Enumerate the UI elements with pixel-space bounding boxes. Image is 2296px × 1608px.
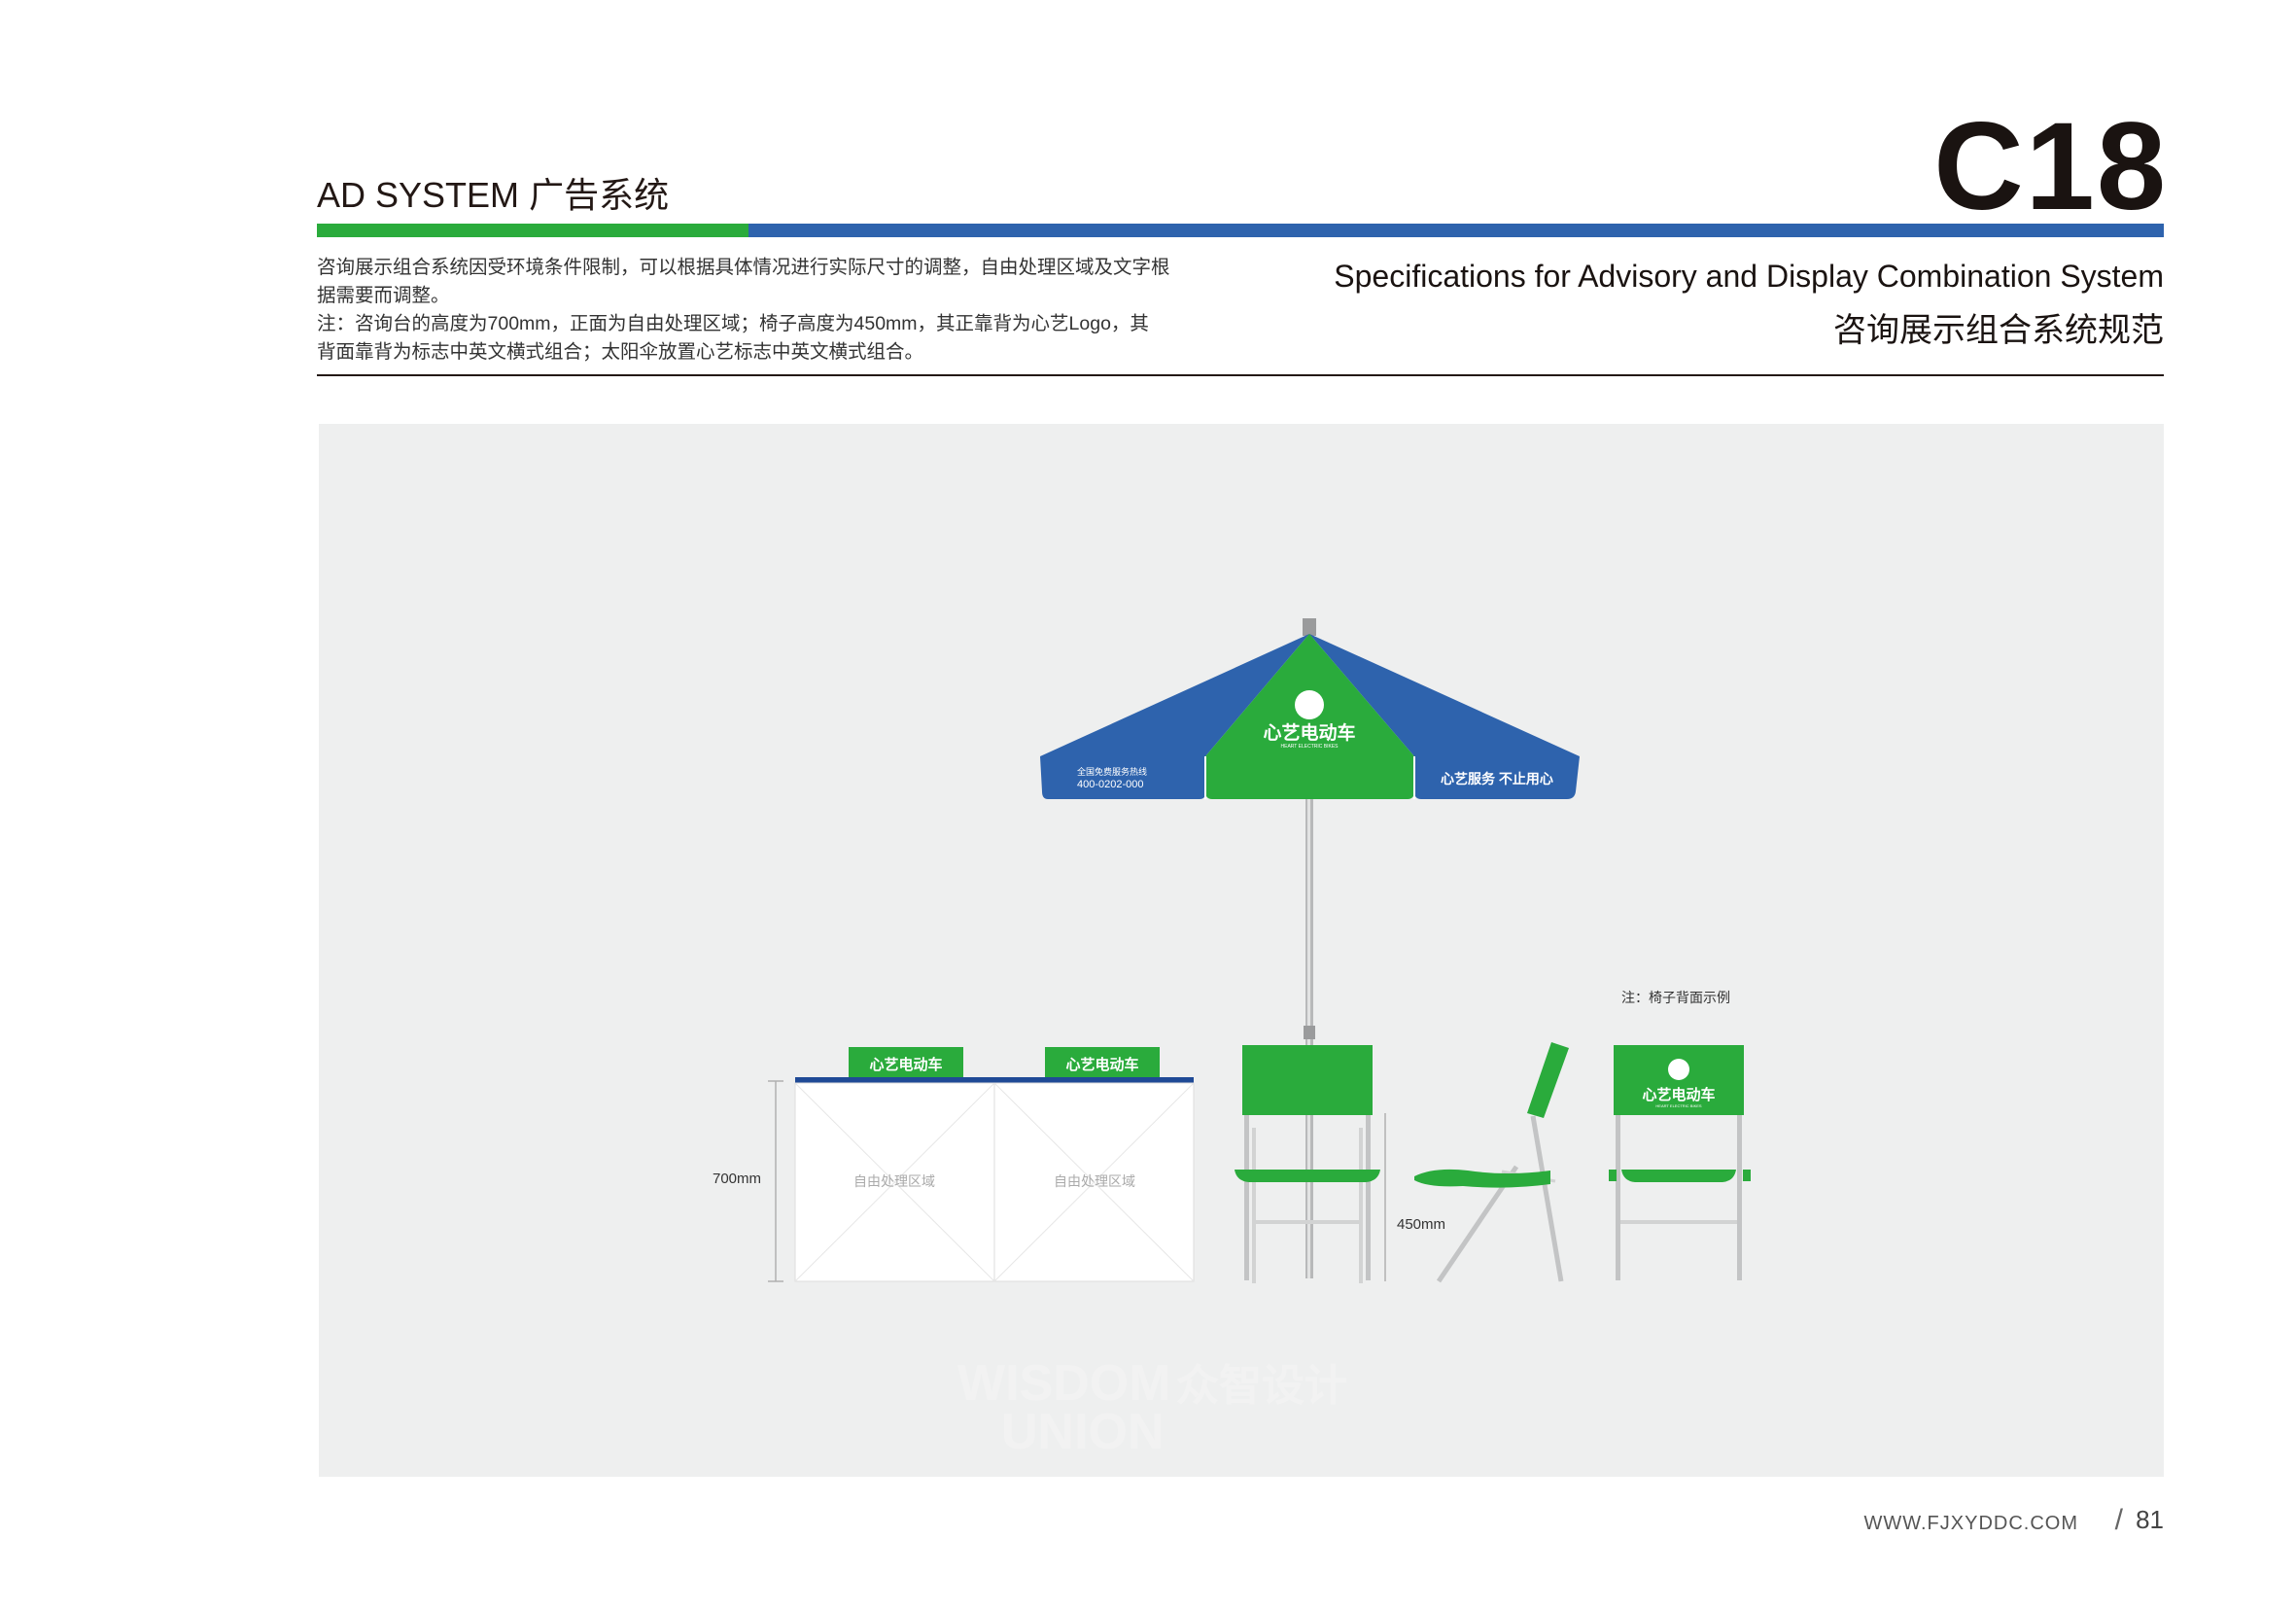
table-sign-2: 心艺电动车 bbox=[1065, 1056, 1138, 1073]
umbrella-brand-cn: 心艺电动车 bbox=[1263, 721, 1355, 744]
umbrella-hotline-number: 400-0202-000 bbox=[1077, 779, 1144, 790]
chair-back-brand-en: HEART ELECTRIC BIKES bbox=[1655, 1103, 1702, 1108]
consultation-table: 心艺电动车 心艺电动车 自由处理区域 自由处理区域 700mm bbox=[713, 1047, 1195, 1282]
chair-back: 注：椅子背面示例 心艺电动车 HEART ELECTRIC BIKES bbox=[1609, 990, 1751, 1280]
watermark-line2: UNION bbox=[1001, 1404, 1165, 1460]
umbrella-brand-en: HEART ELECTRIC BIKES bbox=[1281, 744, 1339, 750]
table-height-label: 700mm bbox=[713, 1171, 761, 1187]
clover-logo-icon bbox=[1295, 690, 1324, 719]
chair-back-brand-cn: 心艺电动车 bbox=[1642, 1086, 1715, 1103]
free-area-label-2: 自由处理区域 bbox=[1054, 1173, 1135, 1189]
umbrella-hotline-label: 全国免费服务热线 bbox=[1077, 766, 1147, 777]
chair-side: 450mm bbox=[1384, 1042, 1569, 1283]
free-area-label-1: 自由处理区域 bbox=[853, 1173, 935, 1189]
watermark: WISDOM UNION 众智设计 bbox=[957, 1355, 1347, 1460]
umbrella-slogan: 心艺服务 不止用心 bbox=[1441, 771, 1553, 787]
umbrella-canopy: 心艺电动车 HEART ELECTRIC BIKES 全国免费服务热线 400-… bbox=[1040, 634, 1580, 799]
chair-height-label: 450mm bbox=[1397, 1216, 1445, 1233]
table-sign-1: 心艺电动车 bbox=[869, 1056, 942, 1073]
footer-url[interactable]: WWW.FJXYDDC.COM bbox=[1863, 1513, 2078, 1535]
chair-back-note: 注：椅子背面示例 bbox=[1621, 990, 1730, 1005]
footer-slash: / bbox=[2114, 1504, 2123, 1536]
clover-logo-icon bbox=[1668, 1059, 1689, 1080]
combination-system-illustration: WISDOM UNION 众智设计 心艺电动车 HEART ELECTRIC B… bbox=[713, 618, 1751, 1460]
watermark-zh: 众智设计 bbox=[1176, 1362, 1347, 1410]
page-number: 81 bbox=[2136, 1505, 2164, 1534]
